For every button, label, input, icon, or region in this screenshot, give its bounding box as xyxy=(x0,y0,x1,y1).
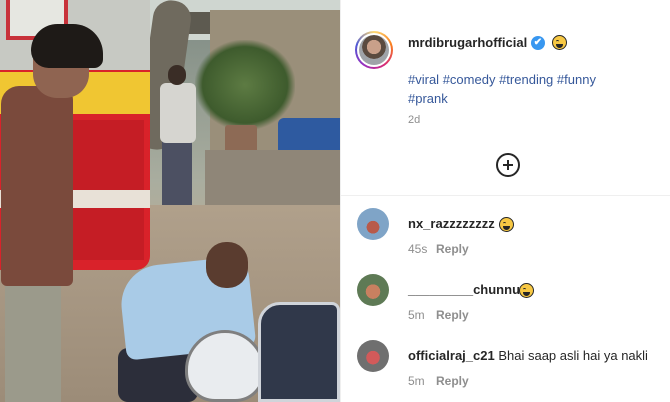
reply-button[interactable]: Reply xyxy=(436,308,469,322)
comment-avatar[interactable] xyxy=(357,274,389,306)
hashtag-link[interactable]: #prank xyxy=(408,91,448,106)
media-standing-man xyxy=(1,24,103,402)
comment-item: nx_razzzzzzzz 45s Reply xyxy=(341,208,670,264)
comments-separator xyxy=(341,195,670,196)
comment-time: 5m xyxy=(408,374,425,388)
post-caption: #viral #comedy #trending #funny #prank xyxy=(408,70,658,108)
comment-username[interactable]: _________chunnu xyxy=(408,282,520,297)
post-timestamp: 2d xyxy=(408,114,421,126)
add-comment-icon[interactable] xyxy=(496,153,520,177)
comment-item: _________chunnu 5m Reply xyxy=(341,274,670,330)
reply-button[interactable]: Reply xyxy=(436,242,469,256)
media-plant xyxy=(195,40,295,130)
media-wall xyxy=(205,150,340,205)
media-basket xyxy=(258,302,340,402)
media-pot xyxy=(225,125,257,153)
media-tarp xyxy=(278,118,340,152)
comment-item: officialraj_c21 Bhai saap asli hai ya na… xyxy=(341,340,670,396)
comment-avatar[interactable] xyxy=(357,340,389,372)
media-background-man xyxy=(160,65,200,205)
grinning-emoji-icon xyxy=(499,217,514,232)
hashtag-link[interactable]: #comedy xyxy=(443,72,496,87)
comment-username[interactable]: officialraj_c21 xyxy=(408,348,495,363)
post-panel: mrdibrugarhofficial ✔ #viral #comedy #tr… xyxy=(341,0,670,402)
previous-row-edge xyxy=(371,0,670,6)
post-author-username[interactable]: mrdibrugarhofficial xyxy=(408,35,527,50)
hashtag-link[interactable]: #trending xyxy=(499,72,553,87)
hashtag-link[interactable]: #funny xyxy=(557,72,596,87)
grinning-emoji-icon xyxy=(519,283,534,298)
comment-time: 45s xyxy=(408,242,428,256)
verified-badge-icon: ✔ xyxy=(531,36,545,50)
grinning-emoji-icon xyxy=(552,35,567,50)
comment-text: Bhai saap asli hai ya nakli xyxy=(498,348,648,363)
media-bowl xyxy=(185,330,265,402)
comment-avatar[interactable] xyxy=(357,208,389,240)
comment-time: 5m xyxy=(408,308,425,322)
reply-button[interactable]: Reply xyxy=(436,374,469,388)
post-media[interactable] xyxy=(0,0,340,402)
post-author-avatar[interactable] xyxy=(355,31,393,69)
comment-username[interactable]: nx_razzzzzzzz xyxy=(408,216,495,231)
hashtag-link[interactable]: #viral xyxy=(408,72,439,87)
